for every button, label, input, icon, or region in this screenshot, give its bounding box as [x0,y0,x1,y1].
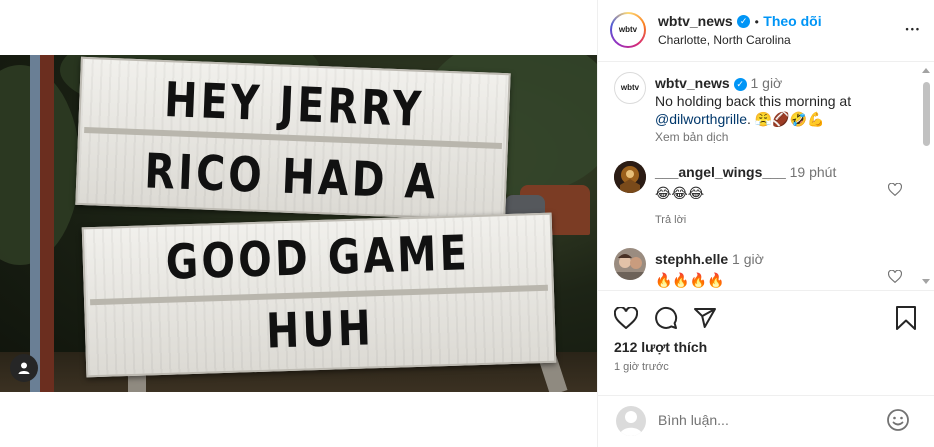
heart-icon [887,182,903,197]
like-count[interactable]: 212 lượt thích [614,339,707,355]
like-button[interactable] [613,305,639,331]
sign-line-4: HUH [265,300,375,360]
caption-text: No holding back this morning at [655,93,852,109]
more-options-icon[interactable]: ••• [906,24,921,34]
comment-text: 🔥🔥🔥🔥 [655,272,725,288]
separator-dot: • [754,15,759,29]
scroll-up-arrow-icon[interactable] [922,68,930,73]
caption-time: 1 giờ [750,75,783,91]
angel-avatar-icon [614,161,646,193]
comment-header: ___angel_wings___ 19 phút [655,163,885,181]
default-avatar-icon [619,411,643,436]
emoji-smiley-icon [887,409,909,431]
emoji-button[interactable] [886,408,910,437]
sign-board-lower: GOOD GAME HUH [81,212,557,378]
caption-avatar[interactable]: wbtv [614,72,646,104]
follow-button[interactable]: Theo dõi [763,13,821,29]
translate-link[interactable]: Xem bản dịch [655,130,910,144]
post-location[interactable]: Charlotte, North Carolina [658,33,791,47]
scroll-thumb[interactable] [923,82,930,146]
share-button[interactable] [692,305,718,331]
avatar-logo: wbtv [612,14,644,46]
verified-badge-icon: ✓ [737,15,751,29]
caption-header: wbtv_news ✓ 1 giờ [655,74,910,92]
comment-time: 19 phút [789,164,837,180]
reply-button[interactable]: Trả lời [655,214,885,226]
caption-username[interactable]: wbtv_news [655,75,730,91]
comment-button[interactable] [653,305,679,331]
current-user-avatar [616,406,646,436]
save-button[interactable] [893,305,919,331]
post-side-panel: wbtv wbtv_news ✓ • Theo dõi Charlotte, N… [597,0,934,447]
add-comment-bar [598,395,934,447]
post-timestamp[interactable]: 1 giờ trước [614,361,669,373]
comment-input[interactable] [658,408,878,432]
caption-block: wbtv_news ✓ 1 giờ No holding back this m… [655,74,910,144]
comment-username[interactable]: stephh.elle [655,251,728,267]
sign-line-3: GOOD GAME [165,225,471,291]
tagged-users-button[interactable] [10,354,38,382]
paper-plane-icon [694,308,716,328]
verified-badge-icon: ✓ [733,77,747,91]
post-photo[interactable]: HEY JERRY RICO HAD A GOOD GAME HUH [0,55,597,392]
caption-mention-link[interactable]: @dilworthgrille [655,111,747,127]
wbtv-logo-icon: wbtv [618,25,638,34]
comment-item: ___angel_wings___ 19 phút 😂😂😂 Trả lời [655,163,885,226]
comment-header: stephh.elle 1 giờ [655,250,885,268]
comment-avatar[interactable] [614,161,646,193]
comment-like-button[interactable] [887,269,903,288]
stephh-avatar-icon [614,248,646,280]
comment-text: 😂😂😂 [655,185,705,201]
wbtv-logo-icon: wbtv [620,83,640,92]
post-actions: 212 lượt thích 1 giờ trước [598,290,934,395]
instagram-post-view: HEY JERRY RICO HAD A GOOD GAME HUH wbtv [0,0,934,447]
post-header: wbtv wbtv_news ✓ • Theo dõi Charlotte, N… [598,0,934,62]
bookmark-icon [896,306,916,330]
caption-mention-row: @dilworthgrille. 😤🏈🤣💪 [655,110,910,128]
heart-icon [614,307,638,329]
author-username[interactable]: wbtv_news [658,13,733,29]
author-avatar[interactable]: wbtv [610,12,646,48]
comment-username[interactable]: ___angel_wings___ [655,164,786,180]
sign-line-2: RICO HAD A [143,143,440,211]
sign-line-1: HEY JERRY [163,72,426,138]
scroll-down-arrow-icon[interactable] [922,279,930,284]
header-title-row: wbtv_news ✓ • Theo dõi [658,13,822,31]
heart-icon [887,269,903,284]
comment-time: 1 giờ [732,251,764,267]
comment-like-button[interactable] [887,182,903,201]
media-column: HEY JERRY RICO HAD A GOOD GAME HUH [0,0,597,447]
person-icon [18,362,30,374]
comment-bubble-icon [655,306,678,329]
sign-post [40,55,54,392]
sign-board-upper: HEY JERRY RICO HAD A [75,56,511,222]
comment-item: stephh.elle 1 giờ 🔥🔥🔥🔥 [655,250,885,289]
comment-avatar[interactable] [614,248,646,280]
comments-list[interactable]: wbtv wbtv_news ✓ 1 giờ No holding back t… [598,62,934,290]
caption-emojis: . 😤🏈🤣💪 [747,111,825,127]
